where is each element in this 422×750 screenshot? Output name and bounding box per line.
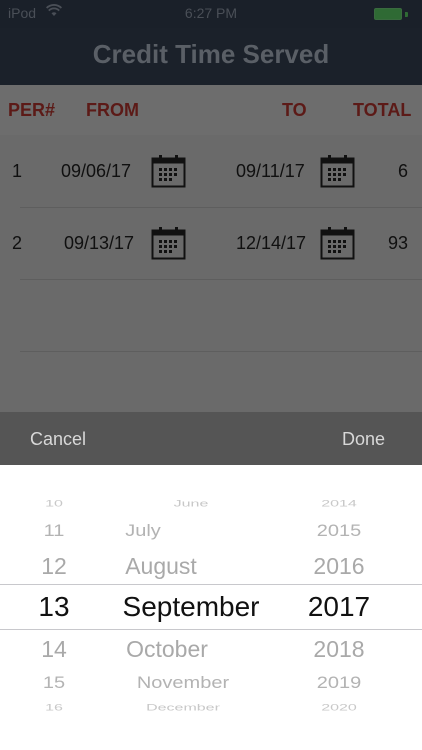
- row-to-date[interactable]: 12/14/17: [236, 233, 306, 254]
- periods-table: 1 09/06/17 09/11/17 6 2 09/13/17 12/14/1…: [0, 135, 422, 413]
- row-from-date[interactable]: 09/13/17: [64, 233, 134, 254]
- calendar-icon[interactable]: [151, 226, 186, 260]
- picker-month[interactable]: August: [66, 553, 256, 580]
- calendar-icon[interactable]: [320, 226, 355, 260]
- row-total: 6: [397, 161, 408, 181]
- picker-month[interactable]: October: [72, 636, 262, 663]
- status-time: 6:27 PM: [184, 5, 238, 21]
- page-title: Credit Time Served: [92, 39, 330, 69]
- picker-year-selected[interactable]: 2017: [294, 591, 384, 623]
- header-per: PER#: [8, 100, 56, 120]
- row-from-date[interactable]: 09/06/17: [61, 161, 131, 182]
- table-header: PER# FROM TO TOTAL: [0, 85, 422, 135]
- selection-line-top: [0, 584, 422, 585]
- row-total: 93: [387, 233, 408, 253]
- picker-month-selected[interactable]: September: [96, 591, 286, 623]
- picker-year[interactable]: 2016: [294, 553, 384, 580]
- header-from: FROM: [86, 100, 139, 120]
- picker-day[interactable]: 15: [24, 674, 84, 694]
- picker-month[interactable]: December: [88, 703, 278, 714]
- row-divider: [20, 279, 422, 280]
- date-picker[interactable]: 10 11 12 13 14 15 16 June July August Se…: [0, 465, 422, 750]
- calendar-icon[interactable]: [320, 154, 355, 188]
- row-divider: [20, 351, 422, 352]
- cancel-button[interactable]: Cancel: [30, 429, 86, 450]
- picker-year[interactable]: 2018: [294, 636, 384, 663]
- picker-month[interactable]: July: [48, 522, 238, 542]
- done-button[interactable]: Done: [342, 429, 385, 450]
- row-per: 2: [12, 233, 23, 253]
- header-to: TO: [282, 100, 307, 120]
- calendar-icon[interactable]: [151, 154, 186, 188]
- picker-year[interactable]: 2020: [294, 703, 384, 714]
- picker-month[interactable]: November: [88, 674, 278, 694]
- header-total: TOTAL: [353, 100, 412, 120]
- picker-year[interactable]: 2014: [294, 499, 384, 510]
- selection-line-bottom: [0, 629, 422, 630]
- row-to-date[interactable]: 09/11/17: [236, 161, 305, 182]
- picker-day-selected[interactable]: 13: [24, 591, 84, 623]
- battery-icon: [374, 8, 408, 20]
- status-bar: iPod 6:27 PM: [0, 0, 422, 28]
- picker-year[interactable]: 2019: [294, 674, 384, 694]
- table-row: 1 09/06/17 09/11/17 6: [0, 135, 422, 207]
- picker-month[interactable]: June: [96, 499, 286, 510]
- picker-year[interactable]: 2015: [294, 522, 384, 542]
- picker-day[interactable]: 16: [24, 703, 84, 714]
- table-row: 2 09/13/17 12/14/17 93: [0, 207, 422, 279]
- picker-day[interactable]: 10: [24, 499, 84, 510]
- navigation-bar: Credit Time Served: [0, 28, 422, 85]
- picker-toolbar: Cancel Done: [0, 412, 422, 465]
- row-per: 1: [12, 161, 23, 181]
